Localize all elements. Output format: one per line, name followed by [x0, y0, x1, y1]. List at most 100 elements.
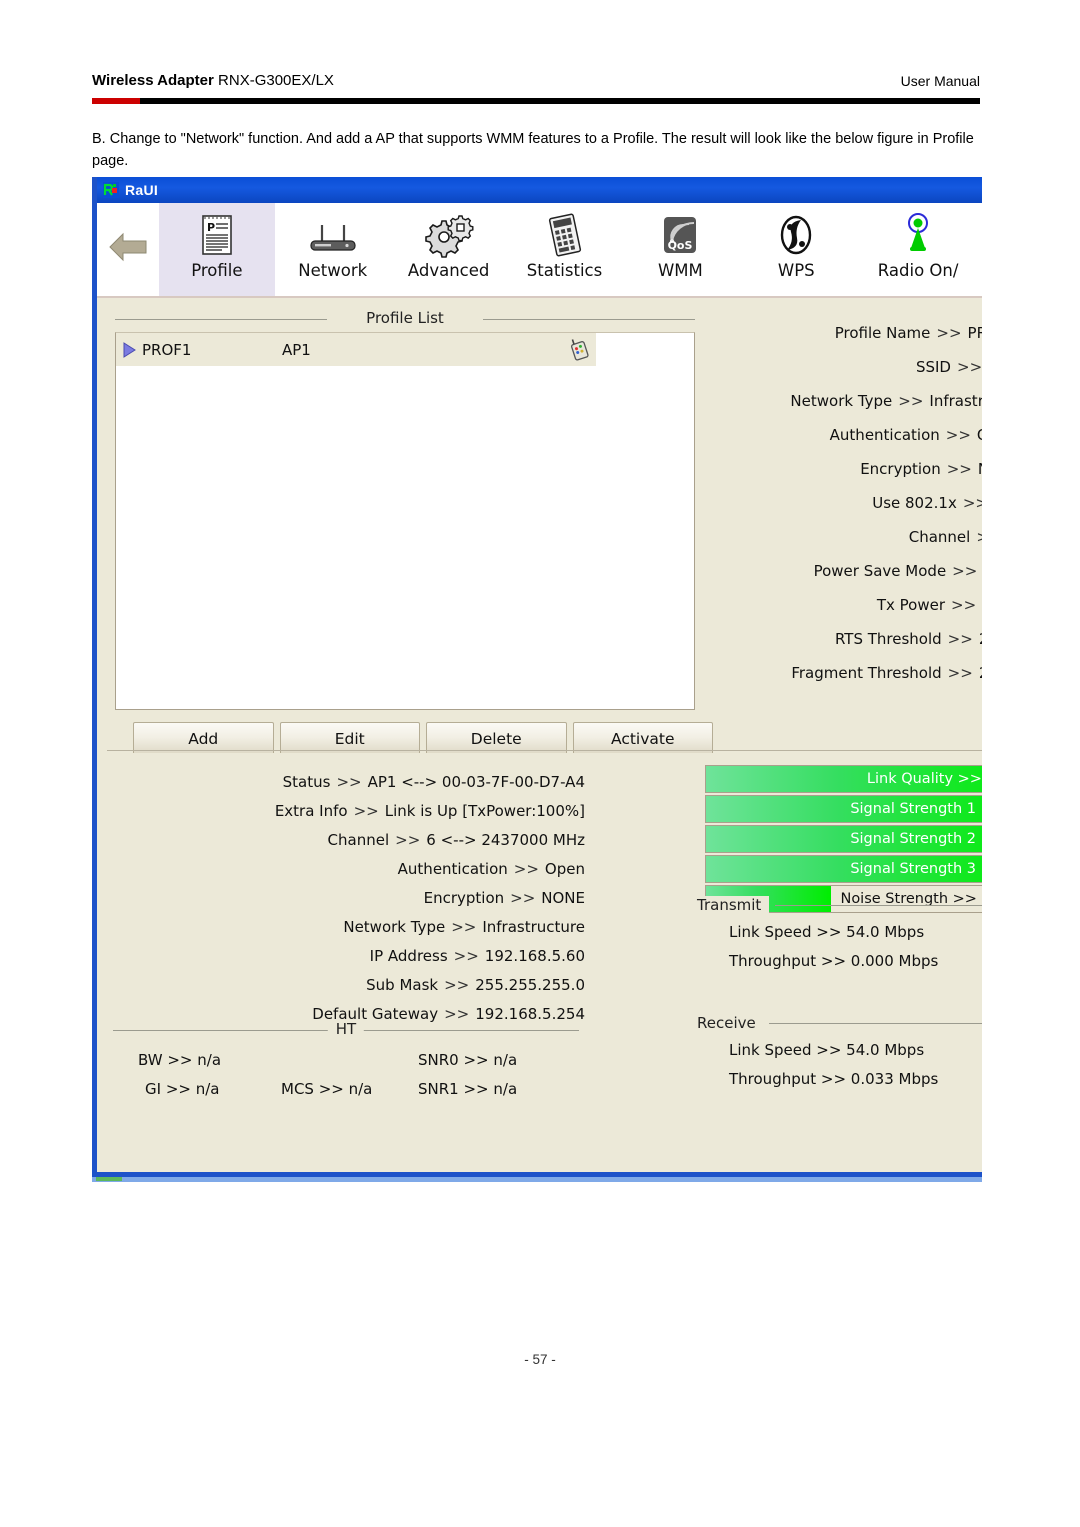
header-product-bold: Wireless Adapter — [92, 72, 214, 89]
detail-sep: >> — [951, 596, 977, 614]
legend-line-right — [483, 319, 695, 320]
status-ip-address-value: 192.168.5.60 — [484, 946, 585, 965]
status-network-type: Network Type >> Infrastructure — [115, 912, 585, 941]
back-arrow-icon — [108, 230, 148, 269]
receive-fieldset: Receive Link Speed >> 54.0 Mbps Throughp… — [697, 1014, 982, 1093]
back-button[interactable] — [97, 203, 159, 296]
window-shadow-accent — [96, 1177, 122, 1181]
table-row[interactable]: PROF1 AP1 — [116, 333, 596, 366]
profile-list-box[interactable]: PROF1 AP1 — [115, 332, 695, 710]
link-quality-bar-label: Link Quality >> 100% — [866, 771, 982, 787]
tab-radio-toggle[interactable]: Radio On/ — [854, 203, 982, 296]
detail-sep: >> — [976, 528, 982, 546]
tab-profile-label: Profile — [191, 261, 243, 280]
detail-authentication-label: Authentication — [829, 426, 940, 444]
header-manual-label: User Manual — [900, 73, 980, 89]
window-shadow-bar — [92, 1177, 982, 1182]
tab-radio-label: Radio On/ — [877, 261, 959, 280]
tab-statistics-label: Statistics — [526, 261, 603, 280]
status-status-value: AP1 <--> 00-03-7F-00-D7-A4 — [367, 772, 585, 791]
status-network-type-label: Network Type — [343, 917, 446, 936]
detail-profile-name-value: PROF1 — [967, 324, 982, 342]
calculator-icon — [542, 211, 588, 259]
status-channel: Channel >> 6 <--> 2437000 MHz — [115, 825, 585, 854]
main-toolbar: P Profile Network Advanced Statistics Qo… — [97, 203, 982, 298]
status-sep: >> — [451, 917, 477, 936]
detail-sep: >> — [946, 460, 972, 478]
receive-legend: Receive — [697, 1014, 764, 1032]
profile-row-name: PROF1 — [142, 340, 192, 359]
detail-encryption-value: None — [978, 460, 982, 478]
status-status: Status >> AP1 <--> 00-03-7F-00-D7-A4 — [115, 767, 585, 796]
detail-encryption: Encryption >> None — [717, 452, 982, 486]
status-ip-address-label: IP Address — [369, 946, 448, 965]
ht-fieldset: HT BW >> n/a SNR0 >> n/a GI >> n/a MCS >… — [113, 1020, 579, 1111]
detail-network-type: Network Type >> Infrastructu — [717, 384, 982, 418]
selected-row-arrow-icon — [116, 341, 142, 359]
status-authentication-label: Authentication — [397, 859, 508, 878]
ht-snr0: SNR0 >> n/a — [418, 1051, 518, 1069]
profile-list-legend: Profile List — [358, 309, 452, 327]
detail-rts-threshold-label: RTS Threshold — [834, 630, 942, 648]
header-product-model: RNX-G300EX/LX — [213, 72, 334, 89]
detail-sep: >> — [952, 562, 978, 580]
tab-profile[interactable]: P Profile — [158, 203, 275, 296]
status-extra-info-value: Link is Up [TxPower:100%] — [384, 801, 585, 820]
svg-text:P: P — [207, 221, 215, 234]
profile-list-fieldset: Profile List PROF1 AP1 Add Edit Delete A… — [115, 309, 713, 756]
detail-profile-name-label: Profile Name — [834, 324, 931, 342]
detail-sep: >> — [947, 630, 973, 648]
tab-wmm[interactable]: QoS WMM — [622, 203, 738, 296]
intro-paragraph: B. Change to "Network" function. And add… — [92, 131, 974, 169]
profile-document-icon: P — [197, 211, 237, 259]
tab-network-label: Network — [298, 261, 368, 280]
detail-authentication-value: Open — [977, 426, 982, 444]
radio-antenna-icon — [900, 211, 936, 259]
detail-power-save-mode-label: Power Save Mode — [813, 562, 947, 580]
detail-sep: >> — [936, 324, 962, 342]
window-titlebar: RaUI — [97, 177, 982, 203]
tab-advanced[interactable]: Advanced — [391, 203, 507, 296]
gears-icon — [422, 211, 476, 259]
status-sep: >> — [444, 1004, 470, 1023]
profile-list-legend-row: Profile List — [115, 309, 695, 327]
status-network-type-value: Infrastructure — [482, 917, 585, 936]
transmit-link-speed: Link Speed >> 54.0 Mbps — [729, 922, 925, 941]
detail-authentication: Authentication >> Open — [717, 418, 982, 452]
signal-strength-1-bar-label: Signal Strength 1 >> 10 — [850, 801, 982, 817]
status-sub-mask: Sub Mask >> 255.255.255.0 — [115, 970, 585, 999]
status-status-label: Status — [282, 772, 331, 791]
status-sep: >> — [453, 946, 479, 965]
detail-sep: >> — [962, 494, 982, 512]
legend-line-left — [115, 319, 327, 320]
link-status-list: Status >> AP1 <--> 00-03-7F-00-D7-A4 Ext… — [115, 767, 585, 1028]
detail-use-8021x-label: Use 802.1x — [872, 494, 957, 512]
raui-window: RaUI P Profile Network Advanced Statisti… — [92, 177, 982, 1177]
detail-ssid: SSID >> AP1 — [717, 350, 982, 384]
section-divider — [107, 750, 982, 751]
raui-logo-icon — [103, 182, 119, 198]
detail-channel: Channel >> 1 — [717, 520, 982, 554]
profile-detail-panel: Profile Name >> PROF1 SSID >> AP1 Networ… — [717, 316, 982, 690]
ht-snr1: SNR1 >> n/a — [418, 1080, 518, 1098]
status-sep: >> — [444, 975, 470, 994]
detail-channel-label: Channel — [908, 528, 971, 546]
detail-rts-threshold-value: 2347 — [979, 630, 982, 648]
ht-bw: BW >> n/a — [138, 1051, 222, 1069]
detail-rts-threshold: RTS Threshold >> 2347 — [717, 622, 982, 656]
status-sep: >> — [513, 859, 539, 878]
signal-strength-3-bar: Signal Strength 3 >> 10 — [705, 855, 982, 883]
tab-network[interactable]: Network — [275, 203, 391, 296]
status-section: Status >> AP1 <--> 00-03-7F-00-D7-A4 Ext… — [97, 753, 982, 1161]
ht-legend-line-left — [113, 1030, 331, 1031]
tab-wps[interactable]: WPS — [738, 203, 854, 296]
signal-strength-1-bar: Signal Strength 1 >> 10 — [705, 795, 982, 823]
status-authentication: Authentication >> Open — [115, 854, 585, 883]
tab-statistics[interactable]: Statistics — [507, 203, 623, 296]
status-encryption-value: NONE — [541, 888, 585, 907]
signal-strength-2-bar: Signal Strength 2 >> 10 — [705, 825, 982, 853]
profile-section: Profile List PROF1 AP1 Add Edit Delete A… — [97, 298, 982, 756]
detail-sep: >> — [945, 426, 971, 444]
detail-network-type-value: Infrastructu — [929, 392, 982, 410]
status-encryption: Encryption >> NONE — [115, 883, 585, 912]
